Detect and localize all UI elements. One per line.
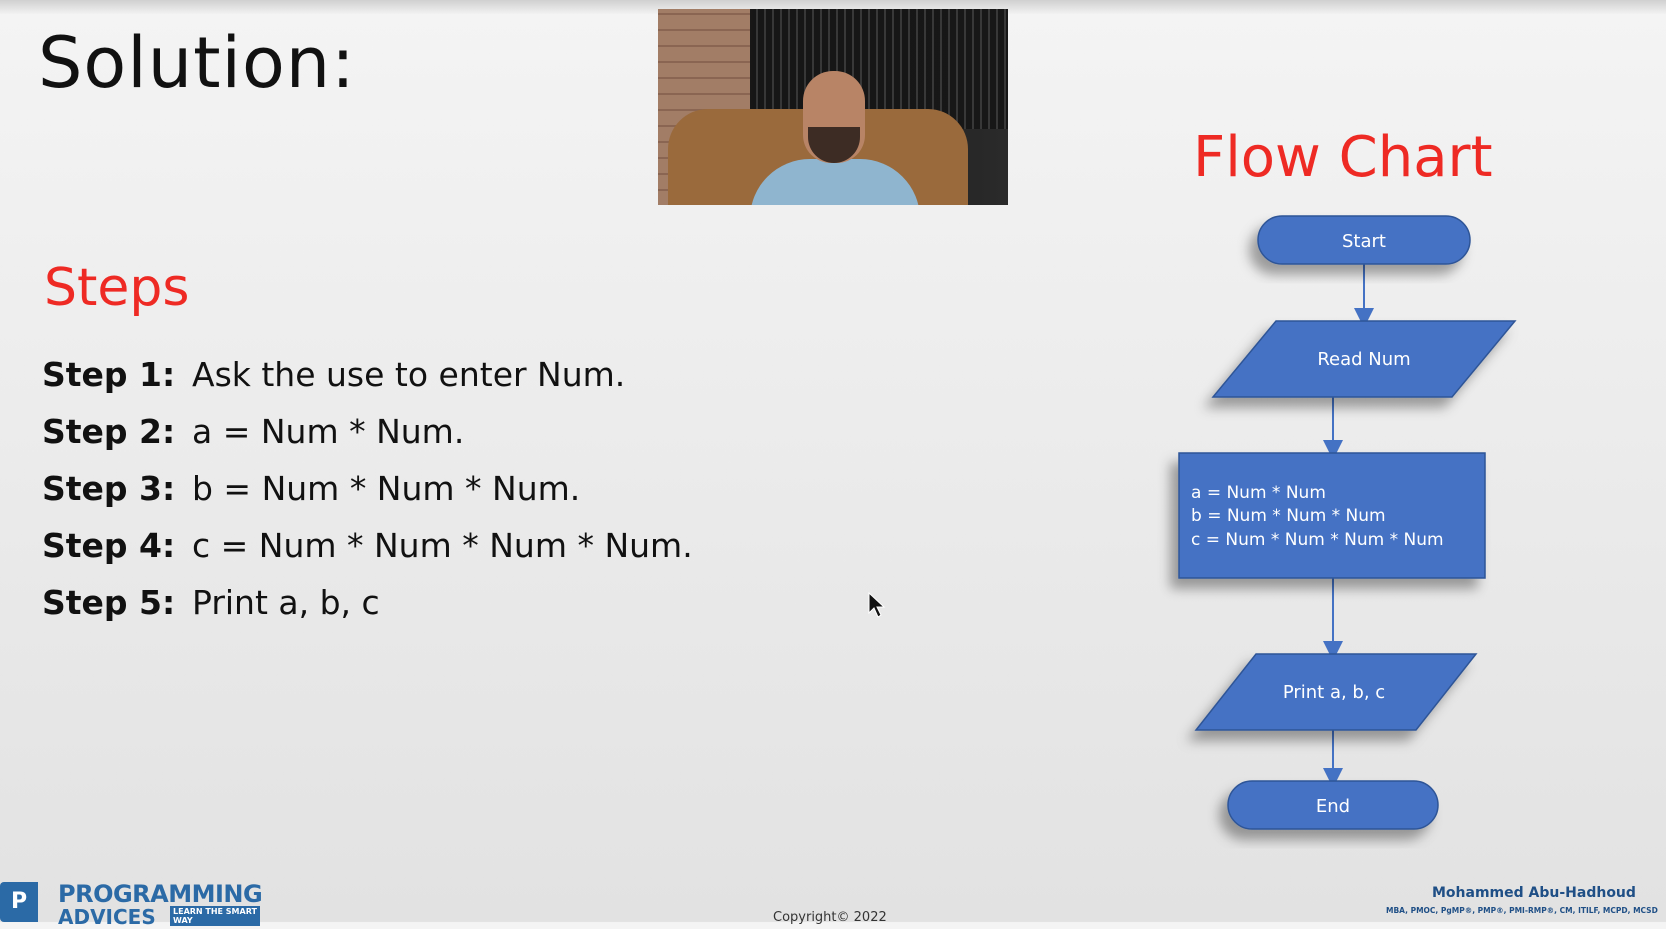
output-label: Print a, b, c	[1283, 682, 1385, 703]
copyright-text: Copyright© 2022	[773, 910, 887, 925]
mouse-pointer-icon	[868, 592, 886, 618]
start-label: Start	[1342, 231, 1386, 252]
logo-line1: PROGRAMMING	[58, 880, 263, 908]
author-credentials: MBA, PMOC, PgMP®, PMP®, PMI-RMP®, CM, IT…	[1386, 906, 1658, 915]
flow-chart: Start Read Num a = Num * Num b = Num * N…	[1178, 215, 1517, 830]
process-line: b = Num * Num * Num	[1191, 506, 1386, 526]
logo-line2: ADVICES	[58, 905, 156, 929]
author-name: Mohammed Abu-Hadhoud	[1432, 885, 1636, 901]
end-label: End	[1316, 796, 1350, 817]
input-label: Read Num	[1317, 349, 1410, 370]
process-line: a = Num * Num	[1191, 483, 1326, 503]
programming-advices-logo: P PROGRAMMING ADVICES LEARN THE SMART WA…	[0, 878, 263, 929]
logo-tagline: LEARN THE SMART WAY	[170, 906, 260, 926]
logo-mark-icon: P	[0, 882, 38, 922]
process-line: c = Num * Num * Num * Num	[1191, 530, 1444, 550]
